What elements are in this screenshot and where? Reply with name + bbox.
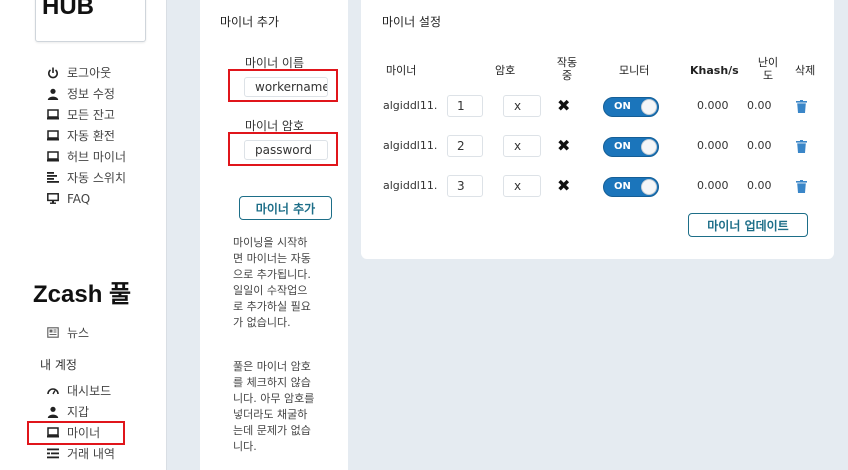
monitor-toggle-label: ON [614, 181, 631, 192]
nav-auto-exchange-label: 자동 환전 [67, 129, 115, 143]
monitor-toggle[interactable]: ON [603, 137, 659, 157]
col-header-difficulty: 난이도 [757, 56, 779, 82]
newspaper-icon [46, 326, 60, 340]
logo-text: HUB [42, 0, 94, 20]
worker-number-input[interactable]: 1 [447, 95, 483, 117]
monitor-toggle-label: ON [614, 101, 631, 112]
inactive-x-icon: ✖ [557, 96, 571, 115]
hashrate-cell: 0.000 [697, 139, 729, 152]
sidebar: HUB 로그아웃 정보 수정 모든 잔고 자동 환전 허브 마이너 자동 스위치… [0, 0, 167, 470]
nav-transactions[interactable]: 거래 내역 [46, 443, 115, 464]
monitor-icon [46, 150, 60, 164]
inactive-x-icon: ✖ [557, 176, 571, 195]
nav-logout[interactable]: 로그아웃 [46, 62, 126, 83]
nav-auto-exchange[interactable]: 자동 환전 [46, 125, 126, 146]
nav-all-balances-label: 모든 잔고 [67, 108, 115, 122]
update-miners-button[interactable]: 마이너 업데이트 [688, 213, 808, 237]
nav-edit-profile-label: 정보 수정 [67, 87, 115, 101]
difficulty-cell: 0.00 [747, 139, 772, 152]
worker-password-input[interactable]: x [503, 175, 541, 197]
miner-name-cell: algiddl11. [383, 179, 438, 192]
difficulty-cell: 0.00 [747, 179, 772, 192]
help-text-password: 풀은 마이너 암호를 체크하지 않습니다. 아무 암호를 넣더라도 채굴하는데 … [233, 360, 315, 453]
toggle-knob [641, 179, 657, 195]
hashrate-cell: 0.000 [697, 179, 729, 192]
miner-settings-title: 마이너 설정 [382, 15, 442, 29]
nav-faq[interactable]: FAQ [46, 188, 126, 209]
hashrate-cell: 0.000 [697, 99, 729, 112]
nav-edit-profile[interactable]: 정보 수정 [46, 83, 126, 104]
nav-dashboard-label: 대시보드 [67, 384, 112, 398]
nav-all-balances[interactable]: 모든 잔고 [46, 104, 126, 125]
highlight-name-field [228, 69, 338, 102]
nav-news[interactable]: 뉴스 [46, 322, 89, 343]
monitor-toggle-label: ON [614, 141, 631, 152]
nav-wallet[interactable]: 지갑 [46, 401, 115, 422]
inactive-x-icon: ✖ [557, 136, 571, 155]
col-header-active: 작동중 [556, 56, 578, 82]
add-miner-title: 마이너 추가 [220, 15, 280, 29]
worker-password-input[interactable]: x [503, 135, 541, 157]
worker-number-input[interactable]: 2 [447, 135, 483, 157]
power-icon [46, 66, 60, 80]
toggle-knob [641, 99, 657, 115]
miner-settings-panel: 마이너 설정 마이너 암호 작동중 모니터 Khash/s 난이도 삭제 alg… [361, 0, 834, 259]
miner-name-cell: algiddl11. [383, 139, 438, 152]
transactions-icon [46, 447, 60, 461]
pool-title: Zcash 풀 [33, 281, 132, 308]
col-header-password: 암호 [495, 64, 516, 77]
highlight-miner-nav [27, 421, 125, 445]
trash-icon[interactable] [796, 140, 807, 153]
col-header-hashrate: Khash/s [690, 64, 739, 77]
desktop-icon [46, 192, 60, 206]
nav-auto-switch[interactable]: 자동 스위치 [46, 167, 126, 188]
worker-password-input[interactable]: x [503, 95, 541, 117]
monitor-icon [46, 108, 60, 122]
add-miner-button[interactable]: 마이너 추가 [239, 196, 332, 220]
news-menu: 뉴스 [46, 322, 89, 343]
account-section-title: 내 계정 [40, 358, 77, 372]
miner-name-cell: algiddl11. [383, 99, 438, 112]
toggle-knob [641, 139, 657, 155]
nav-transactions-label: 거래 내역 [67, 447, 115, 461]
difficulty-cell: 0.00 [747, 99, 772, 112]
help-text-auto-add: 마이닝을 시작하면 마이너는 자동으로 추가됩니다. 일일이 수작업으로 추가하… [233, 236, 311, 329]
hub-menu: 로그아웃 정보 수정 모든 잔고 자동 환전 허브 마이너 자동 스위치 FAQ [46, 62, 126, 209]
user-icon [46, 87, 60, 101]
dashboard-icon [46, 384, 60, 398]
worker-number-input[interactable]: 3 [447, 175, 483, 197]
trash-icon[interactable] [796, 180, 807, 193]
nav-hub-miner-label: 허브 마이너 [67, 150, 127, 164]
nav-wallet-label: 지갑 [67, 405, 90, 419]
trash-icon[interactable] [796, 100, 807, 113]
add-miner-panel: 마이너 추가 마이너 이름 마이너 암호 마이너 추가 마이닝을 시작하면 마이… [200, 0, 348, 470]
col-header-monitor: 모니터 [619, 64, 650, 77]
highlight-password-field [228, 132, 338, 166]
logo[interactable]: HUB [35, 0, 146, 42]
nav-auto-switch-label: 자동 스위치 [67, 171, 127, 185]
user-icon [46, 405, 60, 419]
nav-dashboard[interactable]: 대시보드 [46, 380, 115, 401]
monitor-toggle[interactable]: ON [603, 97, 659, 117]
monitor-toggle[interactable]: ON [603, 177, 659, 197]
monitor-icon [46, 129, 60, 143]
list-icon [46, 171, 60, 185]
nav-hub-miner[interactable]: 허브 마이너 [46, 146, 126, 167]
col-header-delete: 삭제 [795, 64, 816, 77]
nav-news-label: 뉴스 [67, 326, 90, 340]
nav-faq-label: FAQ [67, 191, 91, 206]
nav-logout-label: 로그아웃 [67, 66, 112, 80]
col-header-miner: 마이너 [386, 64, 417, 77]
